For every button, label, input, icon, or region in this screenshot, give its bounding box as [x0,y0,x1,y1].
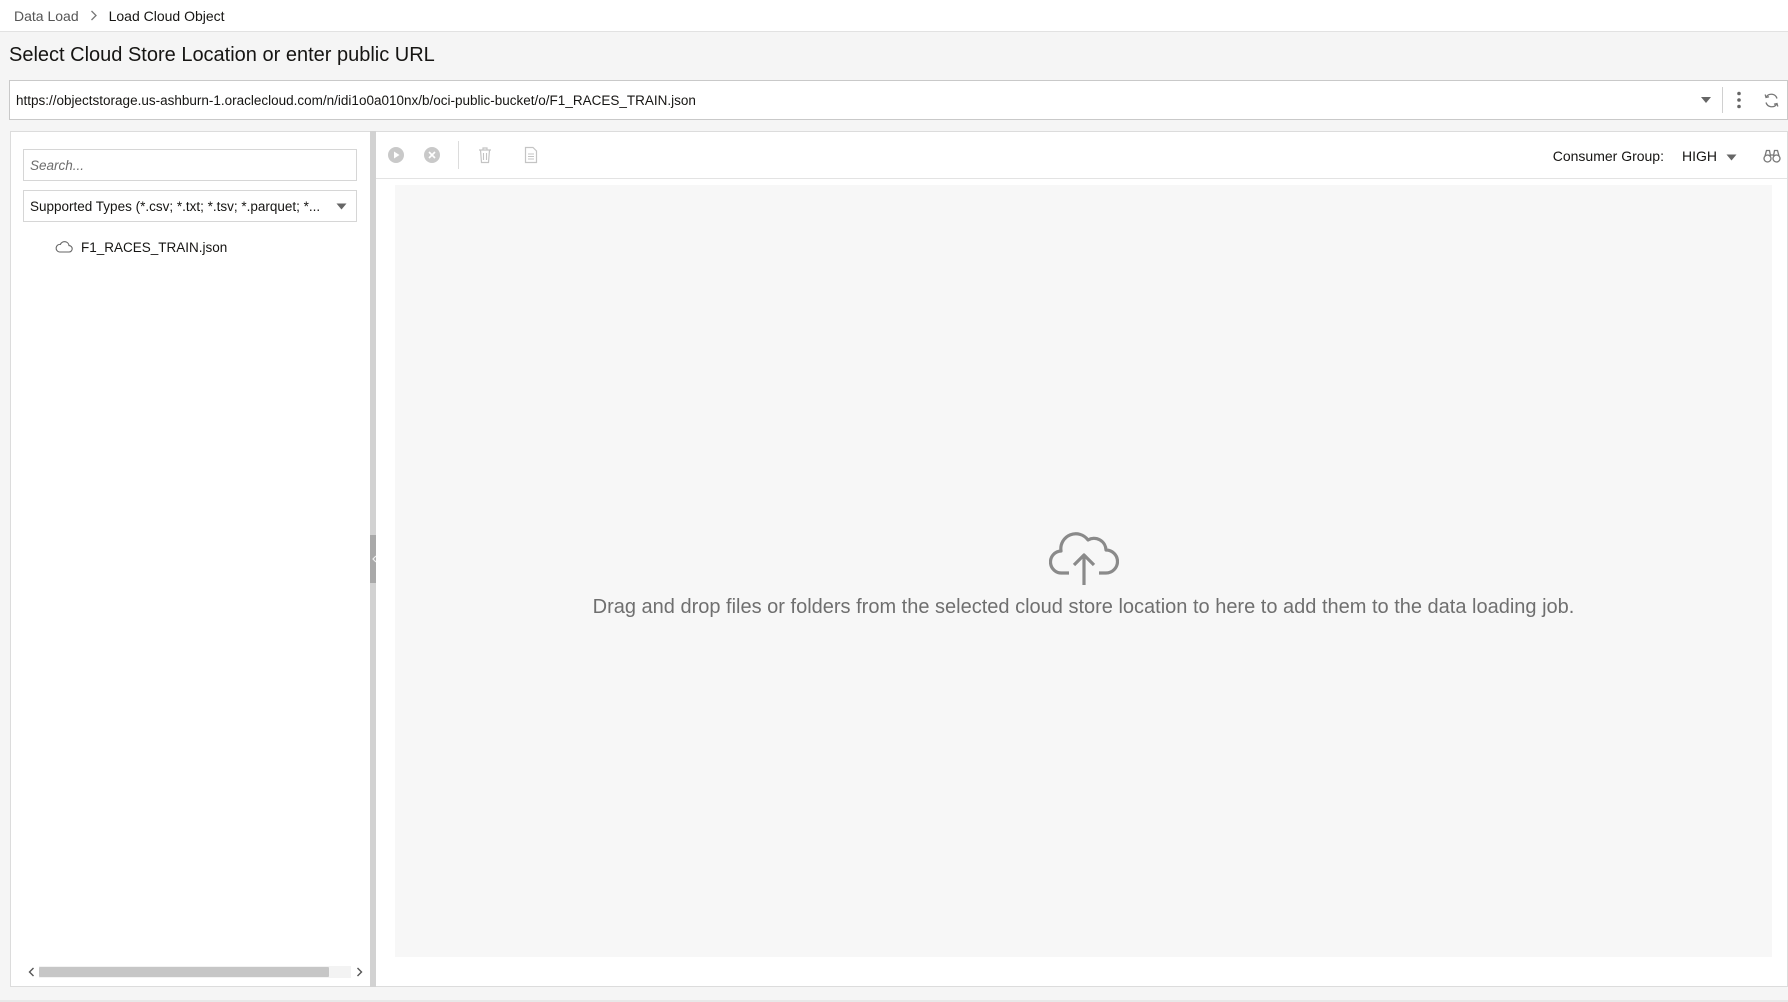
scrollbar-track[interactable] [39,966,351,978]
cloud-browser-panel: Supported Types (*.csv; *.txt; *.tsv; *.… [10,131,371,987]
scroll-right-icon[interactable] [351,964,367,980]
breadcrumb: Data Load Load Cloud Object [0,0,1788,32]
settings-button[interactable] [513,137,549,173]
start-button[interactable] [378,137,414,173]
load-job-panel: Consumer Group: HIGH Drag and drop files… [376,131,1788,987]
chevron-right-icon [88,10,100,22]
breadcrumb-current: Load Cloud Object [108,7,225,24]
caret-down-icon [326,203,356,210]
cloud-location-bar [9,80,1788,120]
tree-item-label: F1_RACES_TRAIN.json [81,239,228,255]
binoculars-icon [1763,149,1781,163]
horizontal-scrollbar[interactable] [23,964,367,980]
stop-button[interactable] [414,137,450,173]
consumer-group-select[interactable]: HIGH [1682,148,1737,164]
more-options-button[interactable] [1723,81,1755,119]
tree-item-f1-races-train[interactable]: F1_RACES_TRAIN.json [55,235,227,259]
consumer-group-label: Consumer Group: [1552,147,1664,164]
trash-icon [479,147,491,164]
drop-zone-content: Drag and drop files or folders from the … [395,523,1772,619]
caret-down-icon [1701,97,1711,103]
file-type-filter-value: Supported Types (*.csv; *.txt; *.tsv; *.… [30,198,321,214]
find-button[interactable] [1757,138,1787,174]
refresh-button[interactable] [1755,81,1787,119]
play-circle-icon [388,147,404,163]
document-icon [524,146,538,164]
caret-down-icon [1726,148,1737,164]
job-toolbar: Consumer Group: HIGH [376,132,1787,179]
scrollbar-thumb[interactable] [39,967,329,977]
location-dropdown-button[interactable] [1690,81,1722,119]
cloud-icon [55,240,73,254]
refresh-icon [1764,93,1778,107]
file-type-filter-select[interactable]: Supported Types (*.csv; *.txt; *.tsv; *.… [23,190,357,222]
delete-button[interactable] [467,137,503,173]
search-input[interactable] [23,149,357,181]
page-title: Select Cloud Store Location or enter pub… [9,44,435,66]
drop-zone-message: Drag and drop files or folders from the … [592,596,1575,618]
cancel-circle-icon [424,147,440,163]
more-vertical-icon [1737,91,1741,109]
consumer-group: Consumer Group: HIGH [1553,132,1787,179]
cloud-upload-icon [1048,523,1119,587]
cloud-url-input[interactable] [10,81,1690,119]
consumer-group-value: HIGH [1682,147,1717,164]
drop-zone[interactable]: Drag and drop files or folders from the … [395,185,1772,957]
scroll-left-icon[interactable] [23,964,39,980]
toolbar-divider [458,141,459,169]
breadcrumb-data-load[interactable]: Data Load [14,8,79,24]
